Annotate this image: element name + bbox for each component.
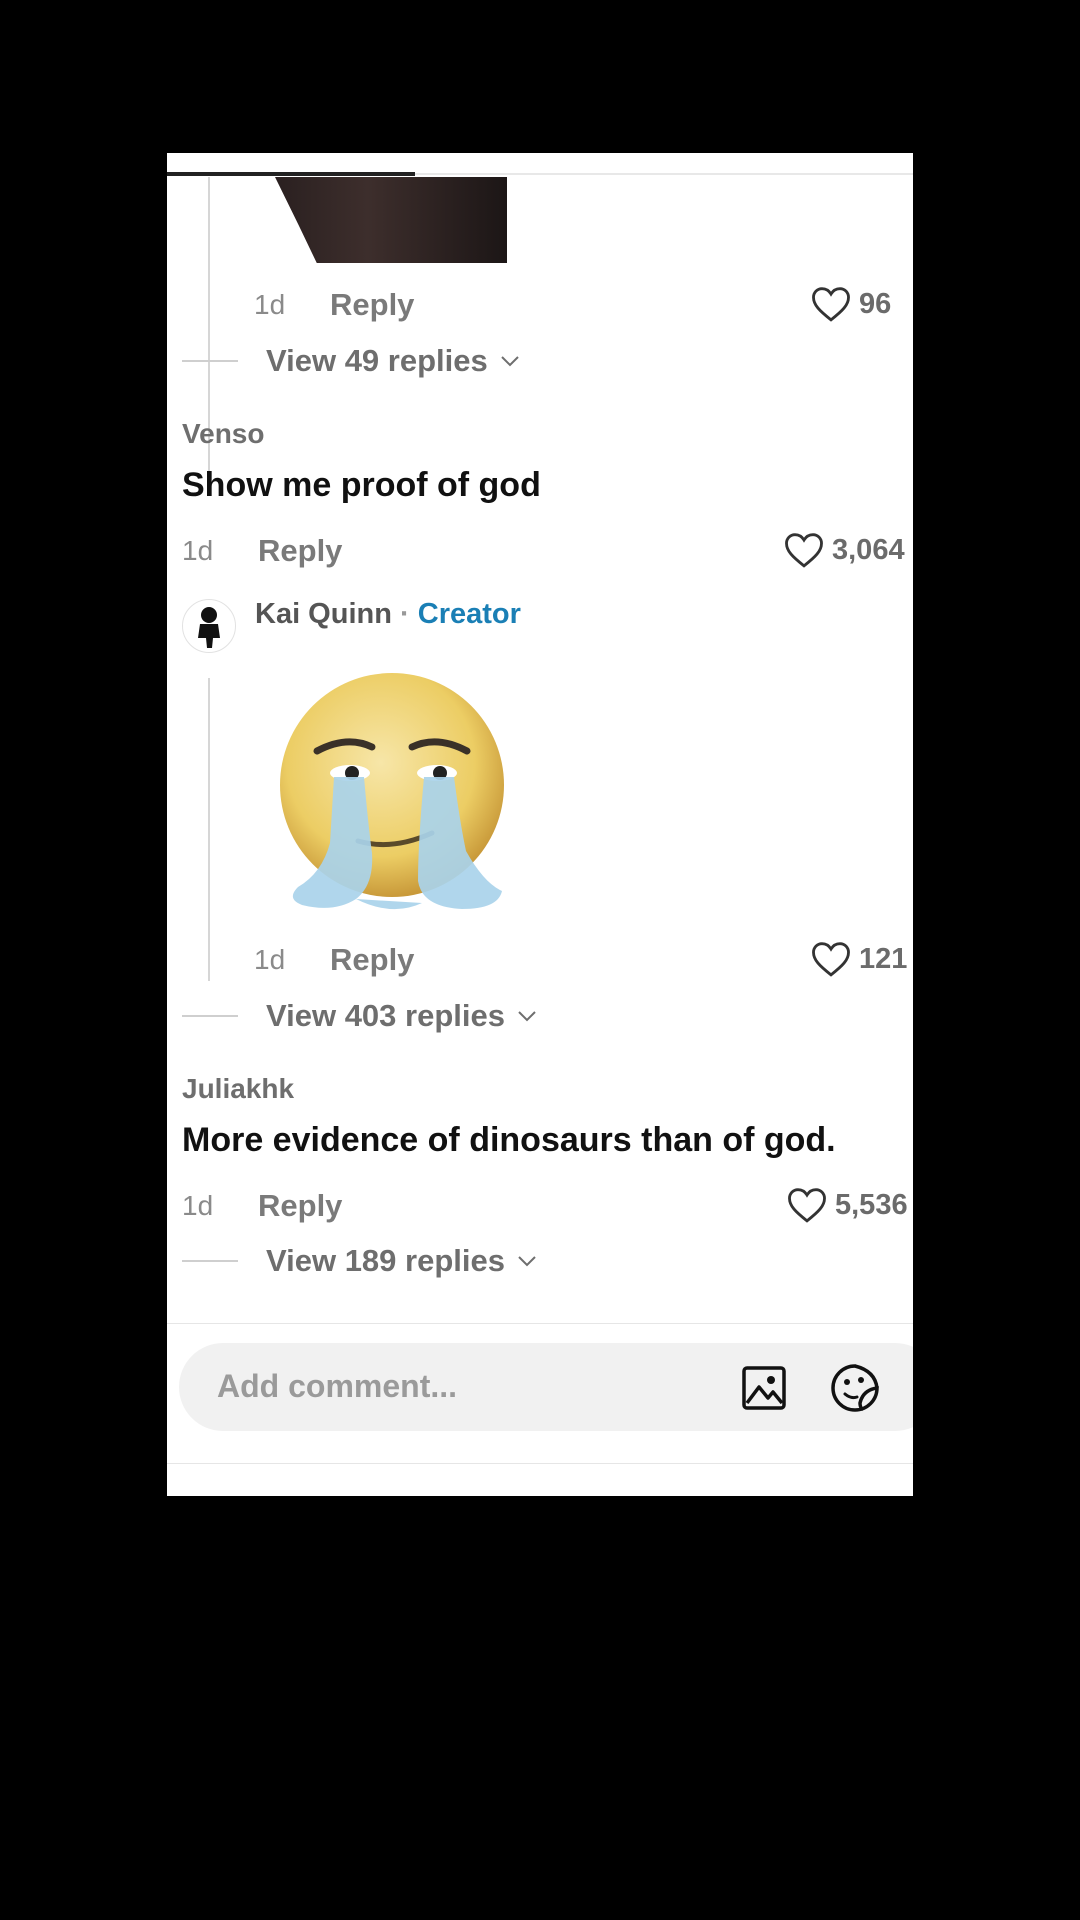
creator-name-row[interactable]: Kai Quinn · Creator bbox=[255, 598, 521, 631]
avatar-silhouette-icon bbox=[198, 607, 220, 648]
name-separator: · bbox=[400, 598, 410, 630]
view-replies-button[interactable]: View 189 replies bbox=[182, 1243, 537, 1279]
crying-emoji-icon bbox=[280, 673, 504, 910]
divider-dash bbox=[182, 1260, 238, 1262]
heart-icon bbox=[812, 287, 850, 322]
reply-button[interactable]: Reply bbox=[330, 287, 414, 323]
heart-icon bbox=[788, 1188, 826, 1223]
view-replies-label: View 49 replies bbox=[266, 343, 488, 378]
reply-button[interactable]: Reply bbox=[258, 1188, 342, 1224]
composer-divider bbox=[167, 1323, 913, 1324]
creator-badge: Creator bbox=[417, 598, 521, 630]
progress-fill bbox=[167, 172, 415, 176]
like-button[interactable]: 5,536 bbox=[787, 1186, 908, 1224]
emoji-button[interactable] bbox=[830, 1363, 880, 1413]
sticker-crying-face[interactable] bbox=[272, 673, 512, 913]
comment-username[interactable]: Venso bbox=[182, 418, 264, 450]
comment-text: More evidence of dinosaurs than of god. bbox=[182, 1121, 836, 1159]
like-button[interactable]: 96 bbox=[811, 285, 891, 323]
view-replies-label: View 403 replies bbox=[266, 998, 505, 1033]
comment-input-placeholder[interactable]: Add comment... bbox=[217, 1368, 457, 1405]
view-replies-button[interactable]: View 49 replies bbox=[182, 343, 520, 379]
reply-button[interactable]: Reply bbox=[258, 533, 342, 569]
emoji-sticker-icon bbox=[831, 1364, 879, 1412]
thread-line bbox=[208, 678, 210, 981]
like-count: 3,064 bbox=[832, 533, 905, 566]
comment-username: Kai Quinn bbox=[255, 598, 392, 630]
view-replies-label: View 189 replies bbox=[266, 1243, 505, 1278]
chevron-down-icon bbox=[501, 356, 519, 367]
comment-text: Show me proof of god bbox=[182, 466, 541, 504]
comment-time: 1d bbox=[182, 535, 214, 566]
heart-icon bbox=[812, 942, 850, 977]
divider-dash bbox=[182, 360, 238, 362]
progress-bar bbox=[167, 172, 913, 176]
like-count: 121 bbox=[859, 942, 908, 975]
heart-icon bbox=[785, 533, 823, 568]
image-icon bbox=[742, 1366, 786, 1410]
like-count: 5,536 bbox=[835, 1188, 908, 1221]
comment-time: 1d bbox=[254, 289, 286, 320]
comment-username[interactable]: Juliakhk bbox=[182, 1073, 294, 1105]
like-button[interactable]: 121 bbox=[811, 940, 907, 978]
chevron-down-icon bbox=[518, 1256, 536, 1267]
like-button[interactable]: 3,064 bbox=[784, 531, 905, 569]
comment-time: 1d bbox=[254, 944, 286, 975]
comments-panel: 1d Reply 96 View 49 replies Venso Show m… bbox=[167, 153, 913, 1496]
comment-time: 1d bbox=[182, 1190, 214, 1221]
image-button[interactable] bbox=[741, 1365, 787, 1411]
chevron-down-icon bbox=[518, 1011, 536, 1022]
divider-dash bbox=[182, 1015, 238, 1017]
avatar[interactable] bbox=[182, 599, 236, 653]
bottom-divider bbox=[167, 1463, 913, 1464]
comment-composer[interactable]: Add comment... bbox=[179, 1343, 913, 1431]
like-count: 96 bbox=[859, 287, 892, 320]
reply-button[interactable]: Reply bbox=[330, 942, 414, 978]
view-replies-button[interactable]: View 403 replies bbox=[182, 998, 537, 1034]
reply-image-photo[interactable] bbox=[275, 177, 507, 263]
